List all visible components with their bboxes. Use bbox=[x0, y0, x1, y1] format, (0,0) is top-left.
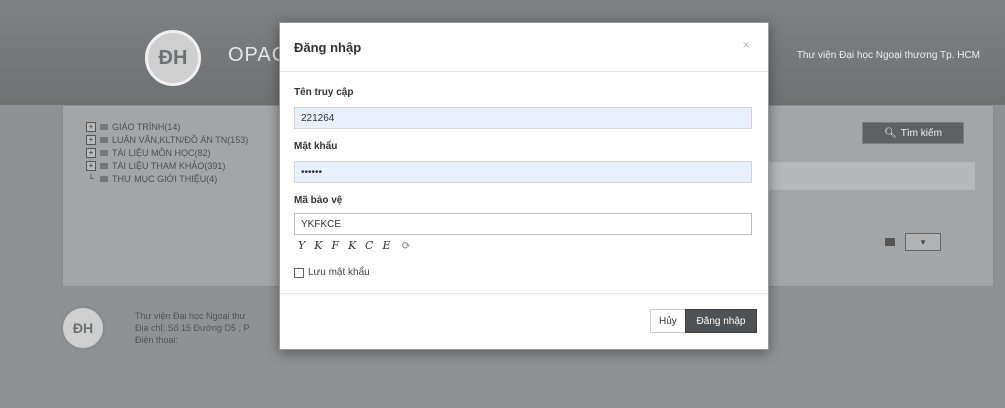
refresh-captcha-icon[interactable]: ⟳ bbox=[401, 239, 410, 252]
cancel-button[interactable]: Hủy bbox=[650, 309, 686, 333]
footer-library-name: Thư viện Đại học Ngoại thư bbox=[135, 311, 246, 321]
expand-icon[interactable]: + bbox=[86, 134, 96, 145]
export-dropdown-button[interactable]: ▾ bbox=[905, 233, 941, 251]
folder-icon bbox=[100, 149, 108, 156]
expand-icon[interactable]: + bbox=[86, 160, 96, 171]
expand-icon[interactable]: + bbox=[86, 121, 96, 132]
tree-item[interactable]: + LUẬN VĂN,KLTN/ĐỒ ÁN TN(153) bbox=[86, 133, 248, 146]
footer-logo: ĐH bbox=[60, 305, 106, 351]
university-name: Thư viện Đại học Ngoại thương Tp. HCM bbox=[796, 50, 980, 61]
captcha-label: Mã bảo vệ bbox=[294, 195, 343, 206]
password-label: Mật khẩu bbox=[294, 141, 338, 152]
captcha-input[interactable] bbox=[294, 213, 752, 235]
tree-item[interactable]: + TÀI LIỆU THAM KHẢO(391) bbox=[86, 159, 248, 172]
remember-password[interactable]: Lưu mật khẩu bbox=[294, 267, 370, 278]
modal-title: Đăng nhập bbox=[294, 40, 362, 55]
tree-item[interactable]: └ THƯ MỤC GIỚI THIỆU(4) bbox=[86, 172, 248, 185]
folder-icon bbox=[100, 136, 108, 143]
tree-line-icon: └ bbox=[88, 173, 94, 183]
remember-checkbox[interactable] bbox=[294, 267, 304, 278]
close-icon[interactable]: × bbox=[742, 37, 750, 52]
search-icon: 🔍︎ bbox=[884, 127, 897, 139]
folder-icon bbox=[100, 162, 108, 169]
username-label: Tên truy cập bbox=[294, 87, 354, 98]
expand-icon[interactable]: + bbox=[86, 147, 96, 158]
modal-header: Đăng nhập × bbox=[280, 23, 768, 72]
captcha-image: YKFKCE ⟳ bbox=[298, 239, 411, 252]
footer-address: Địa chỉ: Số 15 Đường D5 , P bbox=[135, 323, 250, 333]
results-strip bbox=[755, 162, 975, 190]
tree-item[interactable]: + TÀI LIỆU MÔN HỌC(82) bbox=[86, 146, 248, 159]
login-button[interactable]: Đăng nhập bbox=[685, 309, 757, 333]
library-logo[interactable]: ĐH bbox=[145, 30, 201, 86]
username-input[interactable] bbox=[294, 107, 752, 129]
tree-item[interactable]: + GIÁO TRÌNH(14) bbox=[86, 120, 248, 133]
login-modal: Đăng nhập × Tên truy cập Mật khẩu Mã bảo… bbox=[279, 22, 769, 350]
password-input[interactable] bbox=[294, 161, 752, 183]
category-tree: + GIÁO TRÌNH(14) + LUẬN VĂN,KLTN/ĐỒ ÁN T… bbox=[86, 120, 248, 185]
modal-footer: Hủy Đăng nhập bbox=[280, 293, 768, 350]
footer-info: Thư viện Đại học Ngoại thư Địa chỉ: Số 1… bbox=[135, 310, 249, 346]
footer-phone: Điện thoại: bbox=[135, 335, 179, 345]
remember-label: Lưu mật khẩu bbox=[308, 267, 370, 278]
print-icon[interactable] bbox=[885, 238, 895, 246]
search-button[interactable]: 🔍︎ Tìm kiếm bbox=[862, 122, 964, 144]
folder-icon bbox=[100, 123, 108, 130]
folder-icon bbox=[100, 175, 108, 182]
